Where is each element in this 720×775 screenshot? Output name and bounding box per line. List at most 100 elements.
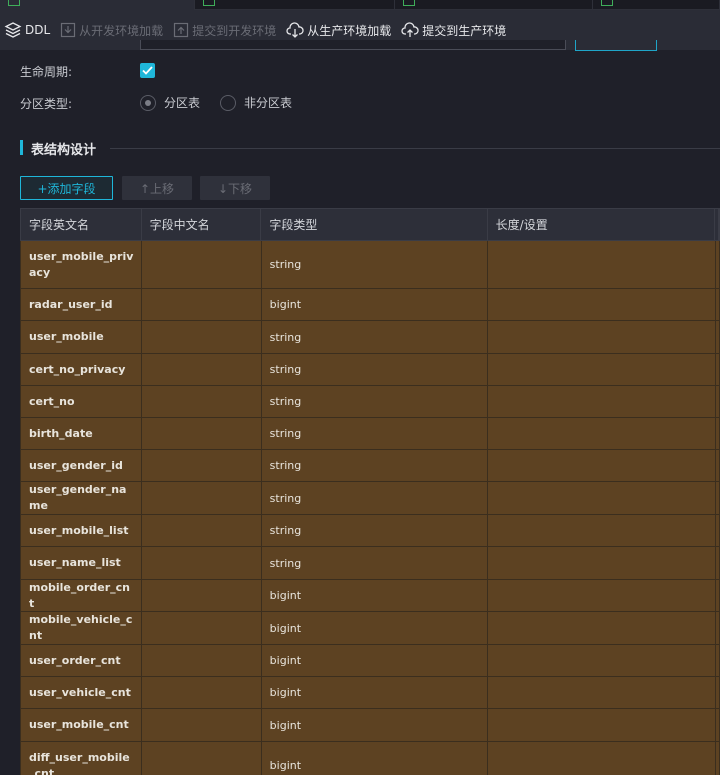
field-name-cell[interactable]: diff_user_mobile_cnt <box>21 742 142 775</box>
field-length-cell[interactable] <box>488 612 717 644</box>
table-row[interactable]: user_mobile_cnt bigint <box>20 709 720 742</box>
field-cn-name-cell[interactable] <box>142 709 262 741</box>
field-length-cell[interactable] <box>488 418 717 449</box>
table-row[interactable]: user_gender_id string <box>20 450 720 482</box>
field-length-cell[interactable] <box>488 709 717 741</box>
field-length-cell[interactable] <box>488 580 717 611</box>
table-name-input[interactable] <box>140 40 566 50</box>
field-type-cell[interactable]: string <box>262 241 489 288</box>
table-row[interactable]: mobile_vehicle_cnt bigint <box>20 612 720 645</box>
field-type-cell[interactable]: string <box>262 386 489 417</box>
field-type-cell[interactable]: string <box>262 482 489 514</box>
field-cn-name-cell[interactable] <box>142 645 262 676</box>
field-cn-name-cell[interactable] <box>142 482 262 514</box>
field-name-cell[interactable]: user_mobile_cnt <box>21 709 142 741</box>
field-cn-name-cell[interactable] <box>142 321 262 353</box>
table-row[interactable]: radar_user_id bigint <box>20 289 720 321</box>
field-cn-name-cell[interactable] <box>142 742 262 775</box>
field-length-cell[interactable] <box>488 386 717 417</box>
layers-icon <box>4 22 22 38</box>
field-cn-name-cell[interactable] <box>142 241 262 288</box>
ddl-button[interactable]: DDL <box>0 10 56 50</box>
table-row[interactable]: user_gender_name string <box>20 482 720 515</box>
field-name-cell[interactable]: user_name_list <box>21 547 142 579</box>
field-length-cell[interactable] <box>488 547 717 579</box>
field-cn-name-cell[interactable] <box>142 547 262 579</box>
field-length-cell[interactable] <box>488 482 717 514</box>
field-cn-name-cell[interactable] <box>142 677 262 708</box>
field-name-cell[interactable]: birth_date <box>21 418 142 449</box>
editor-tab[interactable] <box>195 0 395 10</box>
field-length-cell[interactable] <box>488 645 717 676</box>
field-length-cell[interactable] <box>488 289 717 320</box>
field-name-cell[interactable]: user_gender_id <box>21 450 142 481</box>
field-type-cell[interactable]: bigint <box>262 289 489 320</box>
field-cn-name-cell[interactable] <box>142 450 262 481</box>
field-name-cell[interactable]: cert_no_privacy <box>21 354 142 385</box>
field-type-cell[interactable]: string <box>262 321 489 353</box>
editor-tab[interactable] <box>593 0 720 10</box>
field-cn-name-cell[interactable] <box>142 386 262 417</box>
radio-unchecked[interactable] <box>220 94 236 111</box>
form-action-button[interactable] <box>575 40 657 51</box>
field-type-cell[interactable]: string <box>262 354 489 385</box>
field-type-cell[interactable]: bigint <box>262 677 489 708</box>
table-row[interactable]: mobile_order_cnt bigint <box>20 580 720 612</box>
field-name-cell[interactable]: mobile_vehicle_cnt <box>21 612 142 644</box>
field-name-cell[interactable]: user_order_cnt <box>21 645 142 676</box>
field-name-cell[interactable]: user_vehicle_cnt <box>21 677 142 708</box>
field-type-cell[interactable]: bigint <box>262 709 489 741</box>
field-length-cell[interactable] <box>488 354 717 385</box>
editor-tab-strip <box>0 0 720 10</box>
table-row[interactable]: diff_user_mobile_cnt bigint <box>20 742 720 775</box>
field-type-cell[interactable]: bigint <box>262 742 489 775</box>
table-row[interactable]: user_mobile_privacy string <box>20 241 720 289</box>
field-name-cell[interactable]: user_mobile_list <box>21 515 142 546</box>
field-type-cell[interactable]: string <box>262 418 489 449</box>
field-length-cell[interactable] <box>488 241 717 288</box>
table-row[interactable]: user_mobile_list string <box>20 515 720 547</box>
field-cn-name-cell[interactable] <box>142 612 262 644</box>
field-length-cell[interactable] <box>488 677 717 708</box>
table-row[interactable]: user_mobile string <box>20 321 720 354</box>
field-length-cell[interactable] <box>488 321 717 353</box>
lifecycle-checkbox[interactable] <box>140 63 155 78</box>
field-length-cell[interactable] <box>488 742 717 775</box>
field-type-cell[interactable]: bigint <box>262 645 489 676</box>
field-name-cell[interactable]: mobile_order_cnt <box>21 580 142 611</box>
field-length-cell[interactable] <box>488 515 717 546</box>
partition-option-non-partitioned[interactable]: 非分区表 <box>220 94 292 111</box>
field-name-cell[interactable]: user_mobile_privacy <box>21 241 142 288</box>
field-type-cell[interactable]: string <box>262 515 489 546</box>
field-cn-name-cell[interactable] <box>142 418 262 449</box>
field-name-cell[interactable]: cert_no <box>21 386 142 417</box>
field-cn-name-cell[interactable] <box>142 289 262 320</box>
field-cn-name-cell[interactable] <box>142 354 262 385</box>
table-row[interactable]: cert_no_privacy string <box>20 354 720 386</box>
radio-checked[interactable] <box>140 94 156 111</box>
table-row[interactable]: user_name_list string <box>20 547 720 580</box>
field-cn-name-cell[interactable] <box>142 580 262 611</box>
table-row[interactable]: user_order_cnt bigint <box>20 645 720 677</box>
field-name-cell[interactable]: radar_user_id <box>21 289 142 320</box>
table-row[interactable]: user_vehicle_cnt bigint <box>20 677 720 709</box>
add-field-button[interactable]: +添加字段 <box>20 176 113 200</box>
field-length-cell[interactable] <box>488 450 717 481</box>
field-table: 字段英文名 字段中文名 字段类型 长度/设置 user_mobile_priva… <box>20 208 720 775</box>
field-type-cell[interactable]: string <box>262 450 489 481</box>
field-name-cell[interactable]: user_gender_name <box>21 482 142 514</box>
field-overflow-cell <box>716 709 720 741</box>
move-up-button[interactable]: ↑上移 <box>122 176 192 200</box>
field-type-cell[interactable]: bigint <box>262 612 489 644</box>
field-type-cell[interactable]: string <box>262 547 489 579</box>
field-cn-name-cell[interactable] <box>142 515 262 546</box>
editor-tab-active[interactable] <box>0 0 195 10</box>
partition-option-partitioned[interactable]: 分区表 <box>140 94 200 111</box>
editor-tab[interactable] <box>395 0 593 10</box>
table-row[interactable]: birth_date string <box>20 418 720 450</box>
field-type-cell[interactable]: bigint <box>262 580 489 611</box>
table-header: 字段英文名 字段中文名 字段类型 长度/设置 <box>20 208 720 241</box>
table-row[interactable]: cert_no string <box>20 386 720 418</box>
field-name-cell[interactable]: user_mobile <box>21 321 142 353</box>
move-down-button[interactable]: ↓下移 <box>200 176 270 200</box>
